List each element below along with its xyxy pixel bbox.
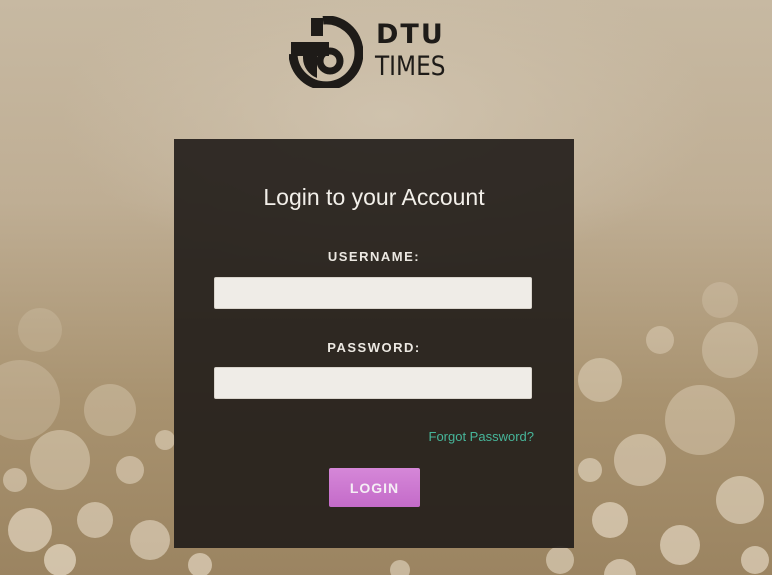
login-title: Login to your Account [263, 184, 485, 210]
username-label: USERNAME: [327, 249, 421, 264]
forgot-password-link[interactable]: Forgot Password? [429, 429, 535, 445]
login-panel: Login to your Account USERNAME: PASSWORD… [174, 139, 574, 548]
brand-logo[interactable]: DTU TIMES [289, 14, 461, 88]
dtu-times-logo-icon [289, 16, 363, 88]
brand-name-line1: DTU [376, 19, 445, 50]
password-input[interactable] [214, 367, 532, 399]
brand-name-line2: TIMES [375, 51, 446, 82]
login-button[interactable]: LOGIN [329, 468, 420, 507]
password-label: PASSWORD: [327, 340, 421, 355]
username-input[interactable] [214, 277, 532, 309]
